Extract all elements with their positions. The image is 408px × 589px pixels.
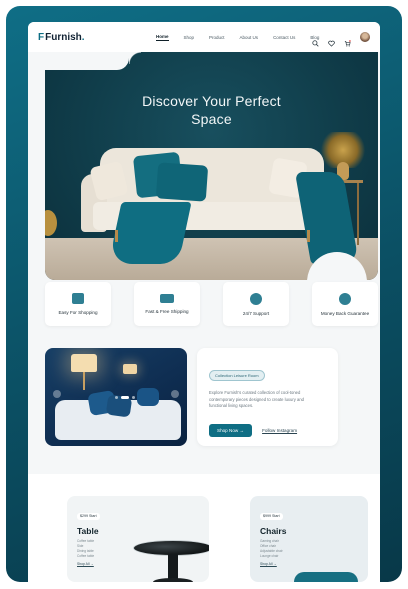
carousel-dot[interactable] — [132, 396, 135, 399]
logo-dot: . — [81, 31, 85, 43]
carousel-dot-active[interactable] — [121, 396, 129, 399]
carousel-prev-button[interactable] — [53, 390, 61, 398]
sofa-leg — [115, 230, 118, 242]
nav-link-home[interactable]: Home — [156, 34, 169, 41]
hero-banner: Discover Your Perfect Space — [45, 52, 378, 280]
feature-label: Easy For Shopping — [58, 310, 98, 315]
feature-money-back: Money Back Guarantee — [312, 282, 378, 326]
hero-section: Discover Your Perfect Space — [28, 52, 380, 304]
avatar[interactable] — [360, 32, 370, 42]
shop-now-button[interactable]: Shop Now → — [209, 423, 253, 437]
hero-notch-curve — [129, 52, 141, 64]
support-icon — [250, 292, 262, 305]
feature-fast-shipping: Fast & Free Shipping — [134, 282, 200, 326]
product-card-chairs[interactable]: $999 Start Chairs Gaming chair Office ch… — [250, 496, 368, 582]
showcase-section: Collection Leisure Room Explore Furnish'… — [45, 348, 378, 448]
cart-icon[interactable] — [344, 34, 351, 46]
price-tag: $299 Start — [77, 512, 100, 520]
follow-instagram-link[interactable]: Follow Instagram — [262, 428, 297, 433]
logo-text: Furnish — [45, 31, 82, 43]
shop-all-link[interactable]: Shop All → — [77, 562, 199, 566]
side-table-leg — [357, 183, 359, 245]
showcase-card: Collection Leisure Room Explore Furnish'… — [197, 348, 338, 446]
web-page: F Furnish . Home Shop Product About Us C… — [28, 22, 380, 582]
product-card-table[interactable]: $299 Start Table Coffee table Side Dinin… — [67, 496, 209, 582]
shop-all-link[interactable]: Shop All → — [260, 562, 358, 566]
feature-support: 24/7 Support — [223, 282, 289, 326]
product-title: Table — [77, 526, 99, 536]
hero-notch — [45, 52, 129, 70]
gold-vase — [45, 210, 57, 236]
hero-title-line1: Discover Your Perfect — [142, 93, 281, 109]
feature-easy-shopping: Easy For Shopping — [45, 282, 111, 326]
product-title: Chairs — [260, 526, 287, 536]
sofa-leg — [307, 230, 310, 242]
heart-icon[interactable] — [328, 34, 335, 47]
teal-pillow — [155, 162, 209, 202]
logo[interactable]: F Furnish . — [38, 32, 85, 43]
feature-label: 24/7 Support — [242, 310, 270, 316]
device-frame: F Furnish . Home Shop Product About Us C… — [6, 6, 402, 582]
lamp-pole — [83, 372, 85, 390]
nav-links: Home Shop Product About Us Contact Us Bl… — [156, 22, 319, 52]
features-row: Easy For Shopping Fast & Free Shipping 2… — [45, 282, 378, 326]
product-list-item[interactable]: Lounge chair — [260, 554, 358, 559]
lamp — [123, 364, 137, 374]
nav-link-contact-us[interactable]: Contact Us — [273, 35, 295, 40]
carousel-next-button[interactable] — [171, 390, 179, 398]
carousel-dot[interactable] — [115, 396, 118, 399]
carousel-dots — [115, 396, 135, 399]
nav-link-about-us[interactable]: About Us — [240, 35, 259, 40]
cta-row: Shop Now → Follow Instagram — [209, 423, 326, 437]
blue-pillow — [137, 388, 159, 406]
chair-image — [294, 572, 358, 582]
round-table-base — [153, 578, 193, 582]
feature-label: Fast & Free Shipping — [145, 309, 189, 314]
round-table-leg — [168, 554, 178, 580]
showcase-description: Explore Furnish's curated collection of … — [209, 390, 304, 408]
top-navbar: F Furnish . Home Shop Product About Us C… — [28, 22, 380, 52]
product-list: Gaming chair Office chair Adjustable cha… — [260, 539, 358, 559]
lamp-shade — [71, 354, 97, 372]
nav-link-product[interactable]: Product — [209, 35, 225, 40]
showcase-image — [45, 348, 187, 446]
logo-mark: F — [38, 31, 45, 43]
collection-badge: Collection Leisure Room — [209, 370, 265, 381]
shopping-bag-icon — [72, 293, 84, 304]
search-icon[interactable] — [312, 34, 319, 47]
truck-icon — [160, 294, 174, 303]
nav-actions — [312, 22, 370, 52]
nav-link-shop[interactable]: Shop — [184, 35, 195, 40]
hero-title: Discover Your Perfect Space — [45, 92, 378, 128]
price-tag: $999 Start — [260, 512, 283, 520]
feature-label: Money Back Guarantee — [320, 310, 370, 316]
money-back-icon — [339, 292, 351, 305]
hero-title-line2: Space — [191, 111, 232, 127]
